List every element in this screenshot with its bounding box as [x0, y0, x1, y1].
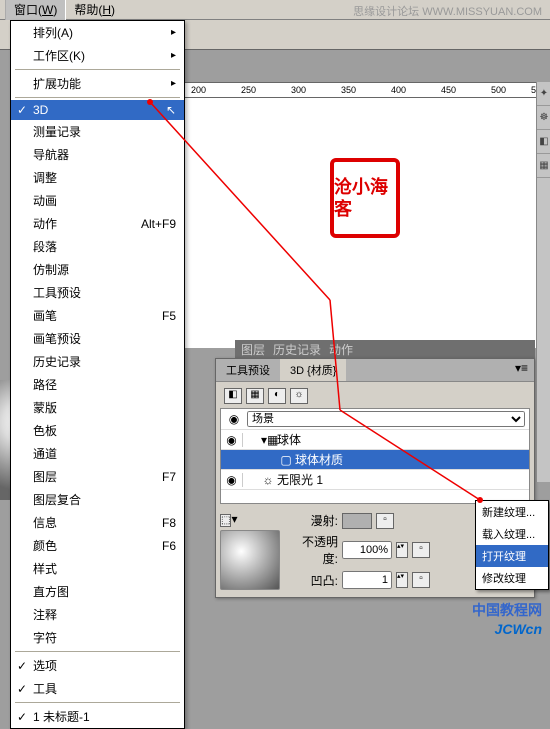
ctx-load-texture[interactable]: 载入纹理...: [476, 523, 548, 545]
menu-history[interactable]: 历史记录: [11, 350, 184, 373]
tab-layers-bg[interactable]: 图层: [241, 341, 265, 358]
diffuse-texture-button[interactable]: ▫: [376, 513, 394, 529]
watermark-mid: 中国教程网: [472, 600, 542, 620]
filter-light-icon[interactable]: ☼: [290, 388, 308, 404]
menu-clone[interactable]: 仿制源: [11, 258, 184, 281]
panel-menu-icon[interactable]: ▾≡: [509, 359, 534, 381]
menu-3d[interactable]: ✓3D↖: [11, 100, 184, 120]
menu-swatches[interactable]: 色板: [11, 419, 184, 442]
seal-stamp: 沧小海客: [330, 158, 400, 238]
canvas[interactable]: 沧小海客: [170, 98, 550, 348]
menu-options[interactable]: ✓选项: [11, 654, 184, 677]
menu-animation[interactable]: 动画: [11, 189, 184, 212]
menu-navigator[interactable]: 导航器: [11, 143, 184, 166]
scene-list: ◉ 场景 ◉ ▾▦球体 ▢球体材质 ◉ ☼无限光 1: [220, 408, 530, 504]
menu-notes[interactable]: 注释: [11, 603, 184, 626]
menu-tools[interactable]: ✓工具: [11, 677, 184, 700]
cavity-texture-button[interactable]: ▫: [412, 572, 430, 588]
filter-scene-icon[interactable]: ◧: [224, 388, 242, 404]
menu-brushpresets[interactable]: 画笔预设: [11, 327, 184, 350]
cursor-icon: ↖: [166, 103, 176, 117]
check-icon: ✓: [17, 103, 27, 117]
menu-help[interactable]: 帮助(H): [66, 0, 123, 20]
scene-row-sphere[interactable]: ◉ ▾▦球体: [221, 429, 529, 449]
menu-color[interactable]: 颜色F6: [11, 534, 184, 557]
menu-paths[interactable]: 路径: [11, 373, 184, 396]
light-icon: ☼: [261, 473, 275, 487]
stepper-icon[interactable]: ▴▾: [396, 572, 408, 588]
menu-toolpresets[interactable]: 工具预设: [11, 281, 184, 304]
tab-actions-bg[interactable]: 动作: [329, 341, 353, 358]
watermark-bottom: JCWcn: [495, 621, 542, 637]
filter-material-icon[interactable]: ◐: [268, 388, 286, 404]
menu-actions[interactable]: 动作Alt+F9: [11, 212, 184, 235]
material-icon: ▢: [279, 453, 293, 467]
tab-history-bg[interactable]: 历史记录: [273, 341, 321, 358]
menu-masks[interactable]: 蒙版: [11, 396, 184, 419]
menu-adjustments[interactable]: 调整: [11, 166, 184, 189]
diffuse-swatch[interactable]: [342, 513, 372, 529]
filter-row: ◧ ▦ ◐ ☼: [220, 386, 530, 406]
mesh-icon: ▾▦: [261, 433, 275, 447]
window-menu-dropdown: 排列(A) 工作区(K) 扩展功能 ✓3D↖ 测量记录 导航器 调整 动画 动作…: [10, 20, 185, 729]
check-icon: ✓: [17, 659, 27, 673]
right-dock-strip: ✦ ☸ ◧ ▦: [536, 82, 550, 482]
material-preview-sphere[interactable]: [220, 530, 280, 590]
eye-icon[interactable]: ◉: [225, 412, 243, 426]
panel-tab-row: 工具预设 3D {材质} ▾≡: [216, 359, 534, 382]
filter-mesh-icon[interactable]: ▦: [246, 388, 264, 404]
opacity-texture-button[interactable]: ▫: [412, 542, 430, 558]
label-diffuse: 漫射:: [288, 512, 338, 529]
scene-row-material[interactable]: ▢球体材质: [221, 449, 529, 469]
tab-3d-material[interactable]: 3D {材质}: [280, 359, 346, 381]
menu-window[interactable]: 窗口(W): [5, 0, 66, 21]
menu-info[interactable]: 信息F8: [11, 511, 184, 534]
horizontal-ruler: 200 250 300 350 400 450 500 550: [170, 82, 550, 98]
check-icon: ✓: [17, 710, 27, 724]
texture-context-menu: 新建纹理... 载入纹理... 打开纹理 修改纹理: [475, 500, 549, 590]
menu-extensions[interactable]: 扩展功能: [11, 72, 184, 95]
menu-layers[interactable]: 图层F7: [11, 465, 184, 488]
wheel-icon[interactable]: ☸: [537, 106, 550, 130]
opacity-input[interactable]: [342, 541, 392, 559]
swatch-icon[interactable]: ▦: [537, 154, 550, 178]
color-icon[interactable]: ◧: [537, 130, 550, 154]
eye-icon[interactable]: ◉: [221, 433, 243, 447]
scene-row-light[interactable]: ◉ ☼无限光 1: [221, 469, 529, 489]
menu-layercomps[interactable]: 图层复合: [11, 488, 184, 511]
stepper-icon[interactable]: ▴▾: [396, 542, 408, 558]
navigator-icon[interactable]: ✦: [537, 82, 550, 106]
eye-icon[interactable]: ◉: [221, 473, 243, 487]
scene-dropdown[interactable]: 场景: [247, 411, 525, 427]
watermark-top: 思缘设计论坛 WWW.MISSYUAN.COM: [353, 3, 542, 19]
cavity-input[interactable]: [342, 571, 392, 589]
menu-styles[interactable]: 样式: [11, 557, 184, 580]
label-opacity: 不透明度:: [288, 533, 338, 567]
menu-channels[interactable]: 通道: [11, 442, 184, 465]
ctx-new-texture[interactable]: 新建纹理...: [476, 501, 548, 523]
cube-icon[interactable]: ⬚: [220, 514, 231, 527]
ctx-open-texture[interactable]: 打开纹理: [476, 545, 548, 567]
bg-panel-tabs: 图层 历史记录 动作: [235, 340, 535, 358]
menu-paragraph[interactable]: 段落: [11, 235, 184, 258]
tab-tool-preset[interactable]: 工具预设: [216, 359, 280, 381]
menu-workspace[interactable]: 工作区(K): [11, 44, 184, 67]
menu-doc-1[interactable]: ✓1 未标题-1: [11, 705, 184, 728]
menu-measure[interactable]: 测量记录: [11, 120, 184, 143]
dropdown-icon[interactable]: ▾: [231, 512, 237, 526]
menu-brushes[interactable]: 画笔F5: [11, 304, 184, 327]
menu-character[interactable]: 字符: [11, 626, 184, 649]
menu-arrange[interactable]: 排列(A): [11, 21, 184, 44]
check-icon: ✓: [17, 682, 27, 696]
menu-histogram[interactable]: 直方图: [11, 580, 184, 603]
ctx-edit-texture[interactable]: 修改纹理: [476, 567, 548, 589]
label-cavity: 凹凸:: [288, 572, 338, 589]
